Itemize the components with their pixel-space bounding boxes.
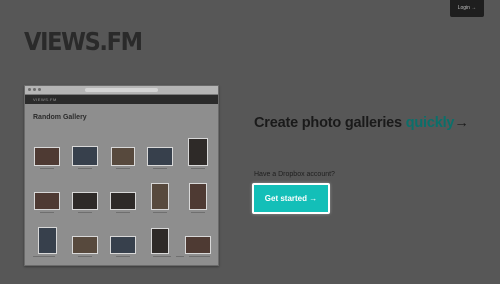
gallery-photo xyxy=(108,192,138,213)
gallery-photo xyxy=(108,147,138,169)
mock-site-header: VIEWS.FM xyxy=(25,95,218,104)
get-started-button[interactable]: Get started → xyxy=(252,183,330,214)
gallery-photo xyxy=(70,236,100,257)
site-logo: VIEWS.FM xyxy=(24,27,143,56)
window-controls-icon xyxy=(28,88,41,91)
arrow-icon: → xyxy=(454,115,469,131)
address-bar xyxy=(85,88,158,92)
gallery-photo xyxy=(183,138,213,169)
gallery-photo xyxy=(32,192,62,213)
mock-footer xyxy=(33,256,210,259)
gallery-photo xyxy=(145,183,175,213)
gallery-photo xyxy=(183,236,213,257)
gallery-photo xyxy=(32,147,62,169)
headline-accent: quickly xyxy=(405,115,455,131)
gallery-screenshot-preview: VIEWS.FM Random Gallery xyxy=(24,85,219,266)
gallery-photo xyxy=(70,146,100,169)
dropbox-question: Have a Dropbox account? xyxy=(254,171,335,178)
hero-headline: Create photo galleries quickly→ xyxy=(254,115,469,131)
login-button[interactable]: Login → xyxy=(450,0,484,17)
gallery-photo xyxy=(183,183,213,213)
gallery-photo xyxy=(70,192,100,213)
gallery-photo xyxy=(145,147,175,169)
browser-chrome xyxy=(25,86,218,95)
photo-grid xyxy=(32,125,213,257)
gallery-photo xyxy=(108,236,138,257)
gallery-photo xyxy=(32,227,62,257)
headline-text: Create photo galleries xyxy=(254,115,406,131)
mock-gallery-title: Random Gallery xyxy=(33,114,87,121)
gallery-photo xyxy=(145,228,175,257)
